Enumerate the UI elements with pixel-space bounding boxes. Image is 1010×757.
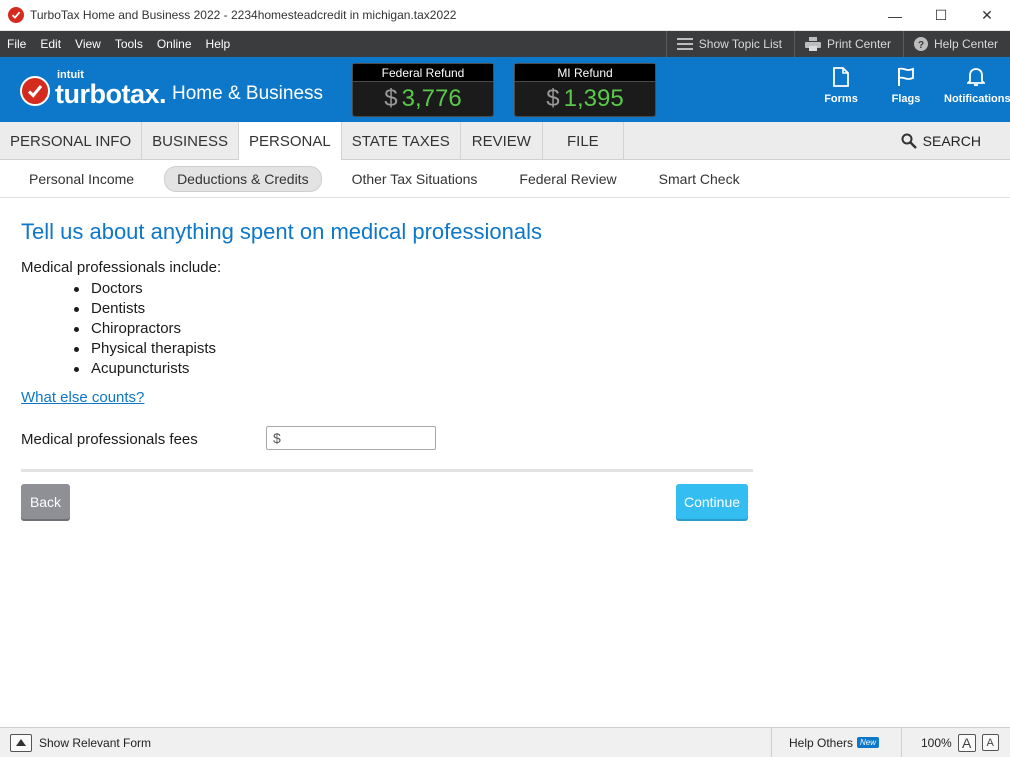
subtab-smart-check[interactable]: Smart Check (647, 167, 752, 191)
menu-tools[interactable]: Tools (108, 31, 150, 57)
medical-fees-input[interactable]: $ (266, 426, 436, 450)
product-edition: Home & Business (172, 83, 324, 104)
state-refund-amount: $1,395 (515, 82, 655, 116)
forms-label: Forms (824, 93, 858, 105)
question-circle-icon: ? (913, 37, 928, 51)
tab-personal-info[interactable]: PERSONAL INFO (0, 122, 143, 160)
subtab-federal-review[interactable]: Federal Review (507, 167, 628, 191)
state-refund-currency: $ (546, 85, 560, 112)
currency-prefix: $ (273, 430, 281, 446)
federal-refund-label: Federal Refund (353, 64, 493, 82)
tab-personal[interactable]: PERSONAL (239, 122, 342, 161)
back-button[interactable]: Back (21, 484, 70, 519)
window-controls: — ☐ ✕ (872, 0, 1010, 31)
tab-file[interactable]: FILE (543, 122, 624, 160)
tab-state-taxes[interactable]: STATE TAXES (342, 122, 461, 160)
zoom-in-button[interactable]: A (957, 733, 976, 752)
triangle-up-icon (10, 733, 32, 752)
forms-button[interactable]: Forms (809, 67, 873, 105)
minimize-button[interactable]: — (872, 0, 918, 31)
zoom-level: 100% (921, 735, 952, 750)
state-refund-label: MI Refund (515, 64, 655, 82)
list-item: Doctors (73, 279, 216, 299)
menu-file[interactable]: File (0, 31, 33, 57)
content-divider (21, 469, 753, 472)
federal-refund-value: 3,776 (401, 85, 462, 112)
search-label: SEARCH (922, 133, 981, 149)
show-relevant-form-label: Show Relevant Form (39, 735, 152, 750)
window-title: TurboTax Home and Business 2022 - 2234ho… (30, 8, 457, 22)
new-badge: New (857, 737, 880, 748)
logo-wordmark: intuit turbotax. (55, 70, 167, 109)
page-title: Tell us about anything spent on medical … (21, 219, 542, 244)
list-item: Physical therapists (73, 340, 217, 357)
turbotax-check-icon (8, 7, 24, 23)
menu-tools-group: Show Topic List Print Center ? Help Cent… (665, 31, 1010, 57)
flags-label: Flags (891, 93, 921, 105)
print-center-label: Print Center (826, 37, 891, 51)
show-relevant-form-button[interactable]: Show Relevant Form (10, 733, 152, 752)
tab-business[interactable]: BUSINESS (142, 122, 239, 160)
show-topic-list-label: Show Topic List (698, 37, 782, 51)
tab-review[interactable]: REVIEW (461, 122, 543, 160)
state-refund-value: 1,395 (563, 85, 624, 112)
zoom-out-button[interactable]: A (981, 734, 999, 751)
state-refund-meter[interactable]: MI Refund $1,395 (514, 63, 656, 117)
help-center-button[interactable]: ? Help Center (902, 31, 1010, 57)
status-bar: Show Relevant Form Help Others New 100% … (0, 727, 1010, 757)
medical-professionals-list: Doctors Dentists Chiropractors Physical … (73, 279, 217, 379)
menu-help[interactable]: Help (199, 31, 238, 57)
main-tabs: PERSONAL INFO BUSINESS PERSONAL STATE TA… (0, 122, 1010, 161)
logo-check-icon (20, 76, 50, 106)
federal-refund-currency: $ (384, 85, 398, 112)
help-center-label: Help Center (933, 37, 998, 51)
svg-text:?: ? (918, 40, 924, 51)
show-topic-list-button[interactable]: Show Topic List (665, 31, 794, 57)
maximize-button[interactable]: ☐ (918, 0, 964, 31)
zoom-controls: 100% A A (901, 728, 1010, 757)
help-others-button[interactable]: Help Others New (771, 728, 901, 757)
subtab-personal-income[interactable]: Personal Income (17, 167, 146, 191)
list-item: Dentists (73, 299, 216, 319)
magnifier-icon (901, 133, 917, 149)
medical-fees-label: Medical professionals fees (21, 431, 198, 448)
help-others-label: Help Others (789, 735, 854, 750)
menu-view[interactable]: View (68, 31, 108, 57)
subtab-deductions-credits[interactable]: Deductions & Credits (164, 165, 322, 192)
sub-tabs: Personal Income Deductions & Credits Oth… (0, 160, 1010, 198)
menu-edit[interactable]: Edit (33, 31, 68, 57)
list-item: Acupuncturists (73, 359, 216, 379)
what-else-counts-link[interactable]: What else counts? (21, 389, 144, 406)
flag-icon (898, 67, 914, 86)
notifications-label: Notifications (944, 93, 1010, 105)
menu-online[interactable]: Online (150, 31, 199, 57)
federal-refund-amount: $3,776 (353, 82, 493, 116)
search-button[interactable]: SEARCH (901, 122, 981, 160)
list-icon (676, 38, 693, 50)
list-item: Chiropractors (73, 319, 216, 339)
turbotax-logo: intuit turbotax. Home & Business (20, 70, 323, 108)
intro-text: Medical professionals include: (21, 259, 222, 276)
subtab-other-tax-situations[interactable]: Other Tax Situations (340, 167, 490, 191)
flags-button[interactable]: Flags (874, 67, 938, 105)
document-icon (833, 67, 849, 87)
federal-refund-meter[interactable]: Federal Refund $3,776 (352, 63, 494, 117)
bell-icon (967, 68, 985, 86)
print-center-button[interactable]: Print Center (793, 31, 903, 57)
close-button[interactable]: ✕ (964, 0, 1010, 31)
printer-icon (804, 37, 821, 51)
app-header: intuit turbotax. Home & Business Federal… (0, 57, 1010, 122)
continue-button[interactable]: Continue (676, 484, 748, 519)
logo-turbotax-text: turbotax. (55, 79, 167, 109)
notifications-button[interactable]: Notifications (944, 67, 1010, 105)
menu-bar: File Edit View Tools Online Help Show To… (0, 31, 1010, 57)
window-title-bar: TurboTax Home and Business 2022 - 2234ho… (0, 0, 1010, 31)
